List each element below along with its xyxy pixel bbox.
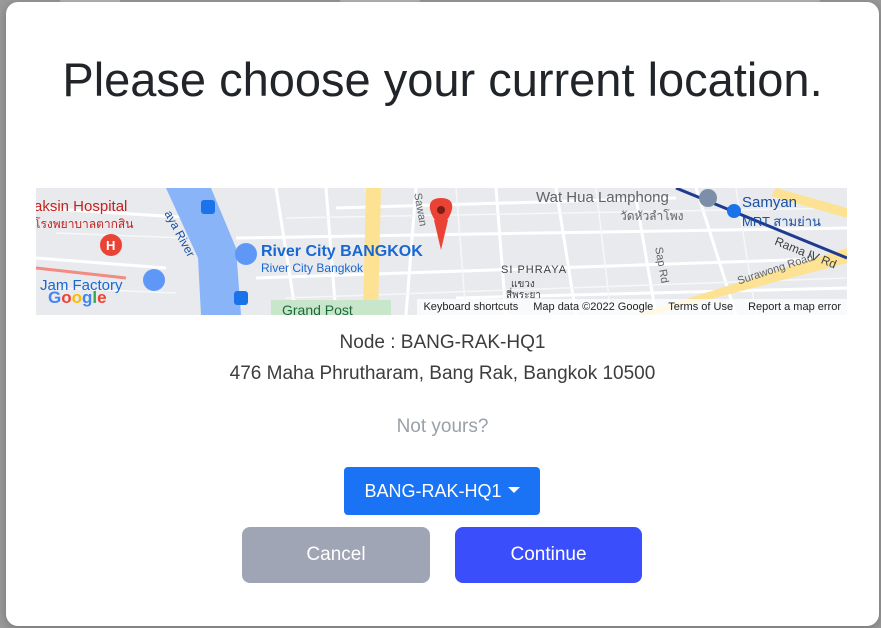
map-label-si-phraya: SI PHRAYA: [501, 264, 568, 276]
location-modal: Please choose your current location. H a…: [6, 2, 879, 626]
map-label-hospital-thai: โรงพยาบาลตากสิน: [36, 217, 134, 231]
mrt-icon: [727, 204, 741, 218]
poi-pin-icon[interactable]: [235, 243, 257, 265]
map-data-attribution: Map data ©2022 Google: [533, 301, 654, 313]
transit-icon: [201, 200, 215, 214]
map-label-wat-hua-lamphong: Wat Hua Lamphong: [536, 189, 669, 206]
map-label-grand-post: Grand Post: [282, 302, 353, 315]
map-footer: Keyboard shortcuts Map data ©2022 Google…: [417, 299, 847, 315]
terms-of-use-link[interactable]: Terms of Use: [668, 301, 733, 313]
map-label-river-city: River City BANGKOK: [261, 243, 423, 260]
cancel-button[interactable]: Cancel: [242, 527, 430, 583]
svg-text:H: H: [106, 238, 115, 253]
caret-down-icon: [507, 487, 520, 493]
map-label-samyan-mrt: MRT สามย่าน: [742, 214, 821, 229]
google-logo: Google: [48, 288, 107, 307]
modal-title: Please choose your current location.: [62, 53, 823, 106]
map-label-wat-hua-lamphong-thai: วัดหัวลำโพง: [620, 209, 684, 223]
node-line: Node : BANG-RAK-HQ1: [339, 332, 546, 353]
map-label-samyan: Samyan: [742, 194, 798, 211]
not-yours-text: Not yours?: [396, 416, 489, 437]
map-canvas: H: [36, 188, 847, 315]
report-map-error-link[interactable]: Report a map error: [748, 301, 841, 313]
temple-pin-icon[interactable]: [699, 189, 717, 207]
node-selector-value: BANG-RAK-HQ1: [364, 480, 502, 501]
map-view[interactable]: H aksin Hospital โรงพยาบาลตากสิน aya Riv…: [36, 188, 847, 315]
keyboard-shortcuts-link[interactable]: Keyboard shortcuts: [423, 301, 518, 313]
continue-button[interactable]: Continue: [455, 527, 642, 583]
address-line: 476 Maha Phrutharam, Bang Rak, Bangkok 1…: [229, 363, 656, 384]
shopping-pin-icon[interactable]: [143, 269, 165, 291]
map-label-river-city-sub: River City Bangkok: [261, 261, 364, 275]
map-label-hospital: aksin Hospital: [36, 198, 128, 215]
transit-icon: [234, 291, 248, 305]
node-selector-dropdown[interactable]: BANG-RAK-HQ1: [344, 467, 540, 515]
